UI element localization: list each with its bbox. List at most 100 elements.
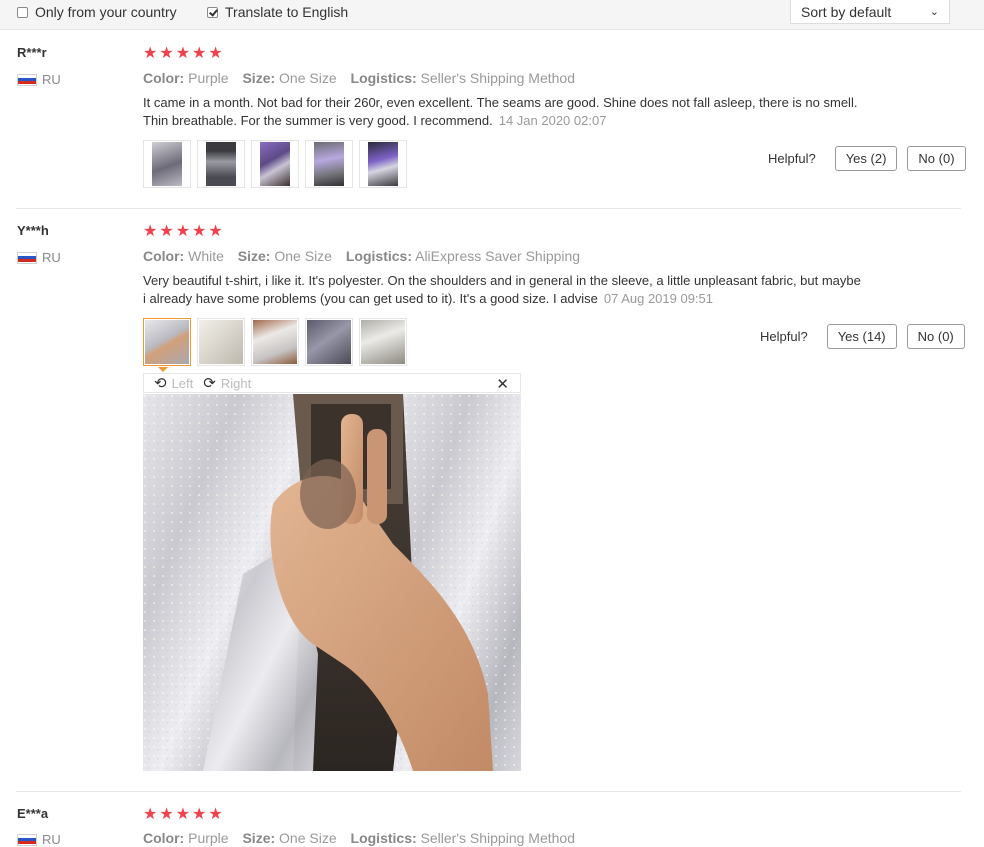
- review-divider: [16, 208, 961, 209]
- review-date: 14 Jan 2020 02:07: [498, 113, 607, 128]
- logistics-label: Logistics:: [350, 70, 417, 86]
- reviewer-country: RU: [17, 832, 61, 847]
- review-photo-thumb-selected[interactable]: [143, 318, 191, 366]
- reviewer-name: Y***h: [17, 223, 49, 238]
- rotate-left-icon: ⟲: [154, 375, 167, 392]
- order-attributes: Color: Purple Size: One Size Logistics: …: [143, 830, 575, 846]
- review-photo-thumb[interactable]: [251, 140, 299, 188]
- star-icon: ★: [175, 223, 191, 240]
- star-icon: ★: [208, 223, 223, 240]
- reviewer-name: R***r: [17, 45, 47, 60]
- only-country-checkbox[interactable]: [17, 6, 28, 18]
- logistics-value: Seller's Shipping Method: [420, 830, 575, 846]
- size-value: One Size: [274, 248, 332, 264]
- helpful-label: Helpful?: [760, 329, 808, 344]
- rotate-right-label: Right: [220, 375, 252, 391]
- chevron-down-icon: ⌄: [929, 6, 939, 18]
- star-icon: ★: [143, 45, 158, 62]
- review-photos: [143, 140, 407, 188]
- order-attributes: Color: White Size: One Size Logistics: A…: [143, 248, 580, 264]
- helpful-no-button[interactable]: No (0): [906, 324, 965, 349]
- review-photo-image: [143, 394, 521, 771]
- star-icon: ★: [208, 45, 223, 62]
- color-label: Color:: [143, 830, 185, 846]
- reviewer-country: RU: [17, 250, 61, 265]
- logistics-label: Logistics:: [345, 248, 412, 264]
- photo-viewer-toolbar: ⟲ Left ⟳ Right ✕: [143, 373, 521, 393]
- logistics-value: Seller's Shipping Method: [420, 70, 575, 86]
- reviewer-country: RU: [17, 72, 61, 87]
- country-code: RU: [42, 250, 61, 265]
- helpful-yes-button[interactable]: Yes (2): [834, 146, 898, 171]
- review-photo-thumb[interactable]: [359, 140, 407, 188]
- star-icon: ★: [192, 806, 207, 823]
- star-icon: ★: [143, 806, 158, 823]
- review-photo-thumb[interactable]: [197, 318, 245, 366]
- review-date: 07 Aug 2019 09:51: [603, 291, 714, 306]
- logistics-label: Logistics:: [350, 830, 417, 846]
- review-text: Very beautiful t-shirt, i like it. It's …: [143, 272, 863, 308]
- review-photos: [143, 318, 407, 366]
- star-icon: ★: [159, 223, 174, 240]
- close-icon[interactable]: ✕: [496, 375, 509, 393]
- review-photo-thumb[interactable]: [197, 140, 245, 188]
- selected-photo-caret: [158, 367, 168, 372]
- review-photo-thumb[interactable]: [143, 140, 191, 188]
- star-icon: ★: [175, 45, 191, 62]
- review-photo-large: [143, 394, 521, 771]
- helpful-votes: Helpful? Yes (14) No (0): [760, 324, 965, 349]
- size-value: One Size: [279, 70, 337, 86]
- helpful-label: Helpful?: [768, 151, 816, 166]
- star-icon: ★: [159, 806, 174, 823]
- color-value: Purple: [188, 70, 229, 86]
- star-icon: ★: [192, 223, 207, 240]
- star-icon: ★: [192, 45, 207, 62]
- star-icon: ★: [208, 806, 223, 823]
- sort-select[interactable]: Sort by default ⌄: [790, 0, 950, 24]
- rotate-left-label: Left: [171, 375, 194, 391]
- translate-checkbox[interactable]: [207, 6, 218, 18]
- review-divider: [16, 791, 961, 792]
- star-icon: ★: [175, 806, 191, 823]
- country-code: RU: [42, 72, 61, 87]
- russia-flag-icon: [17, 73, 37, 86]
- russia-flag-icon: [17, 833, 37, 846]
- reviewer-name: E***a: [17, 806, 49, 821]
- size-label: Size:: [242, 70, 276, 86]
- translate-label[interactable]: Translate to English: [225, 4, 348, 20]
- review-photo-thumb[interactable]: [305, 318, 353, 366]
- translate-filter[interactable]: Translate to English: [207, 4, 348, 20]
- only-country-filter[interactable]: Only from your country: [17, 4, 177, 20]
- color-value: White: [188, 248, 224, 264]
- size-label: Size:: [237, 248, 271, 264]
- filter-bar: Only from your country Translate to Engl…: [0, 0, 984, 30]
- review-photo-thumb[interactable]: [359, 318, 407, 366]
- color-value: Purple: [188, 830, 229, 846]
- review-text: It came in a month. Not bad for their 26…: [143, 94, 863, 130]
- helpful-votes: Helpful? Yes (2) No (0): [768, 146, 966, 171]
- rotate-right-button[interactable]: ⟳ Right: [203, 374, 251, 392]
- size-value: One Size: [279, 830, 337, 846]
- star-icon: ★: [159, 45, 174, 62]
- review-photo-thumb[interactable]: [305, 140, 353, 188]
- review-body: Very beautiful t-shirt, i like it. It's …: [143, 273, 861, 306]
- size-label: Size:: [242, 830, 276, 846]
- star-icon: ★: [143, 223, 158, 240]
- star-rating: ★ ★ ★ ★ ★: [143, 46, 223, 62]
- helpful-no-button[interactable]: No (0): [907, 146, 966, 171]
- star-rating: ★ ★ ★ ★ ★: [143, 224, 223, 240]
- helpful-yes-button[interactable]: Yes (14): [826, 324, 897, 349]
- country-code: RU: [42, 832, 61, 847]
- color-label: Color:: [143, 70, 185, 86]
- logistics-value: AliExpress Saver Shipping: [415, 248, 581, 264]
- photo-viewer: ⟲ Left ⟳ Right ✕: [143, 373, 521, 771]
- color-label: Color:: [143, 248, 185, 264]
- order-attributes: Color: Purple Size: One Size Logistics: …: [143, 70, 575, 86]
- rotate-right-icon: ⟳: [203, 375, 216, 392]
- rotate-left-button[interactable]: ⟲ Left: [154, 374, 193, 392]
- russia-flag-icon: [17, 251, 37, 264]
- review-photo-thumb[interactable]: [251, 318, 299, 366]
- star-rating: ★ ★ ★ ★ ★: [143, 807, 223, 823]
- sort-value: Sort by default: [801, 3, 892, 20]
- only-country-label[interactable]: Only from your country: [35, 4, 177, 20]
